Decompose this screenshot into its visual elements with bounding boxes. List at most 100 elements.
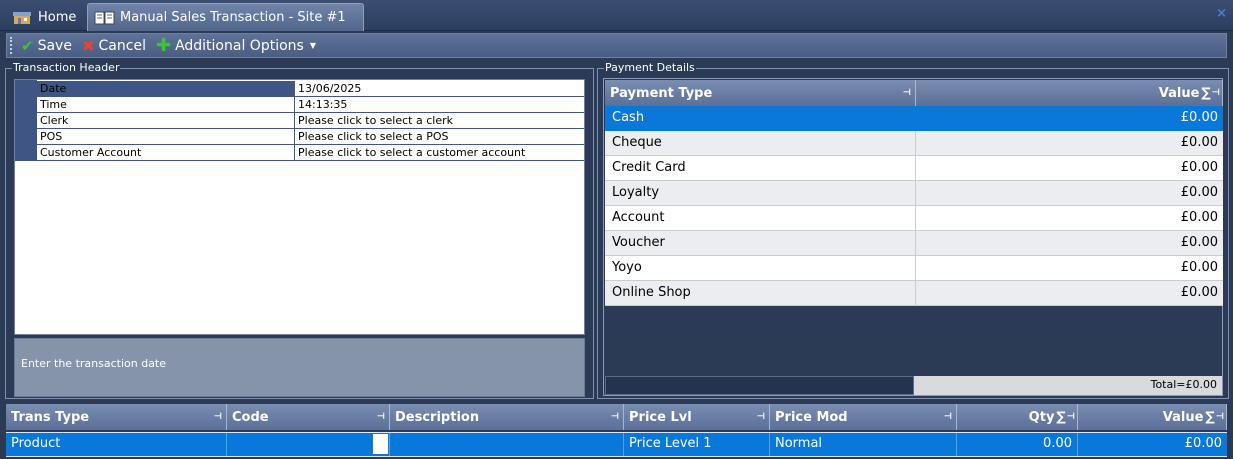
payment-type-cell: Yoyo bbox=[605, 256, 916, 281]
payment-type-cell: Cash bbox=[605, 106, 916, 131]
pin-icon[interactable]: ⊣ bbox=[757, 412, 765, 422]
row-selector-gutter bbox=[15, 80, 37, 161]
code-header-label: Code bbox=[232, 409, 269, 425]
customer-account-field[interactable]: Please click to select a customer accoun… bbox=[295, 145, 584, 161]
value-cell[interactable]: £0.00 bbox=[1078, 433, 1227, 456]
payment-row-cheque[interactable]: Cheque £0.00 bbox=[605, 131, 1223, 156]
time-field[interactable]: 14:13:35 bbox=[295, 97, 584, 113]
plus-icon: ✚ bbox=[155, 35, 172, 56]
payment-row-online-shop[interactable]: Online Shop £0.00 bbox=[605, 281, 1223, 306]
pin-icon[interactable]: ⊣ bbox=[903, 88, 911, 98]
tab-strip: Home Manual Sales Transaction - Site #1 … bbox=[0, 0, 1233, 31]
price-mod-column-header[interactable]: Price Mod ⊣ bbox=[770, 404, 957, 430]
price-mod-cell[interactable]: Normal bbox=[770, 433, 957, 456]
payment-value-cell[interactable]: £0.00 bbox=[916, 131, 1223, 156]
toolbar-grip[interactable] bbox=[10, 37, 15, 54]
value-column-header[interactable]: Value ∑ ⊣ bbox=[1078, 404, 1227, 430]
payment-type-cell: Cheque bbox=[605, 131, 916, 156]
payment-footer-left bbox=[605, 376, 914, 395]
payment-value-cell[interactable]: £0.00 bbox=[916, 231, 1223, 256]
check-icon: ✔ bbox=[21, 36, 34, 55]
pin-icon[interactable]: ⊣ bbox=[611, 412, 619, 422]
payment-row-credit-card[interactable]: Credit Card £0.00 bbox=[605, 156, 1223, 181]
description-header-label: Description bbox=[395, 409, 480, 425]
code-edit-box[interactable] bbox=[373, 434, 388, 454]
transaction-header-grid: Date 13/06/2025 Time 14:13:35 Clerk Plea… bbox=[14, 79, 585, 335]
payment-total: Total=£0.00 bbox=[914, 376, 1222, 395]
transaction-lines-grid: Trans Type ⊣ Code ⊣ Description ⊣ Price … bbox=[4, 404, 1229, 459]
payment-row-yoyo[interactable]: Yoyo £0.00 bbox=[605, 256, 1223, 281]
payment-row-voucher[interactable]: Voucher £0.00 bbox=[605, 231, 1223, 256]
payment-grid: Payment Type ⊣ Value ∑ ⊣ Cash £0.00 Cheq… bbox=[603, 78, 1223, 396]
close-tab-icon[interactable]: × bbox=[1216, 6, 1227, 21]
clerk-field[interactable]: Please click to select a clerk bbox=[295, 113, 584, 129]
save-button[interactable]: ✔ Save bbox=[21, 37, 72, 55]
payment-value-cell[interactable]: £0.00 bbox=[916, 156, 1223, 181]
book-icon bbox=[94, 10, 115, 26]
cancel-button[interactable]: ✖ Cancel bbox=[82, 37, 146, 55]
payment-value-cell[interactable]: £0.00 bbox=[916, 256, 1223, 281]
sigma-icon[interactable]: ∑ bbox=[1056, 410, 1065, 425]
code-cell[interactable] bbox=[227, 433, 390, 456]
payment-type-header-label: Payment Type bbox=[610, 85, 713, 101]
header-row-label: POS bbox=[37, 129, 295, 145]
toolbar: ✔ Save ✖ Cancel ✚ Additional Options ▼ bbox=[6, 33, 1227, 58]
chevron-down-icon: ▼ bbox=[309, 41, 316, 50]
pin-icon[interactable]: ⊣ bbox=[944, 412, 952, 422]
cancel-icon: ✖ bbox=[81, 36, 95, 55]
payment-value-cell[interactable]: £0.00 bbox=[916, 181, 1223, 206]
sigma-icon[interactable]: ∑ bbox=[1201, 86, 1210, 101]
date-field[interactable]: 13/06/2025 bbox=[295, 81, 584, 97]
tab-home[interactable]: Home bbox=[8, 3, 82, 31]
header-row-customer-account[interactable]: Customer Account Please click to select … bbox=[37, 145, 584, 161]
payment-type-cell: Account bbox=[605, 206, 916, 231]
transaction-line-row[interactable]: Product Price Level 1 Normal 0.00 £0.00 bbox=[6, 432, 1227, 457]
payment-row-account[interactable]: Account £0.00 bbox=[605, 206, 1223, 231]
qty-column-header[interactable]: Qty ∑ ⊣ bbox=[957, 404, 1078, 430]
tab-home-label: Home bbox=[38, 9, 77, 25]
qty-header-label: Qty bbox=[1028, 409, 1055, 425]
payment-type-cell: Loyalty bbox=[605, 181, 916, 206]
price-mod-header-label: Price Mod bbox=[775, 409, 848, 425]
code-column-header[interactable]: Code ⊣ bbox=[227, 404, 390, 430]
tab-manual-label: Manual Sales Transaction - Site #1 bbox=[120, 10, 346, 25]
trans-type-column-header[interactable]: Trans Type ⊣ bbox=[6, 404, 227, 430]
description-column-header[interactable]: Description ⊣ bbox=[390, 404, 624, 430]
pin-icon[interactable]: ⊣ bbox=[377, 412, 385, 422]
header-row-date[interactable]: Date 13/06/2025 bbox=[37, 81, 584, 97]
header-row-label: Clerk bbox=[37, 113, 295, 129]
price-lvl-column-header[interactable]: Price Lvl ⊣ bbox=[624, 404, 770, 430]
value-header-label: Value bbox=[1158, 85, 1200, 101]
pin-icon[interactable]: ⊣ bbox=[214, 412, 222, 422]
header-row-label: Date bbox=[37, 81, 295, 97]
header-row-clerk[interactable]: Clerk Please click to select a clerk bbox=[37, 113, 584, 129]
additional-options-button[interactable]: ✚ Additional Options ▼ bbox=[156, 35, 316, 56]
pin-icon[interactable]: ⊣ bbox=[1212, 88, 1220, 98]
description-cell[interactable] bbox=[390, 433, 624, 456]
save-label: Save bbox=[37, 37, 72, 54]
payment-value-cell[interactable]: £0.00 bbox=[916, 206, 1223, 231]
home-icon bbox=[12, 9, 32, 25]
value-column-header[interactable]: Value ∑ ⊣ bbox=[916, 80, 1223, 106]
pos-field[interactable]: Please click to select a POS bbox=[295, 129, 584, 145]
payment-row-loyalty[interactable]: Loyalty £0.00 bbox=[605, 181, 1223, 206]
header-row-pos[interactable]: POS Please click to select a POS bbox=[37, 129, 584, 145]
payment-type-cell: Credit Card bbox=[605, 156, 916, 181]
price-lvl-cell[interactable]: Price Level 1 bbox=[624, 433, 770, 456]
payment-value-cell[interactable]: £0.00 bbox=[916, 281, 1223, 306]
payment-details-title: Payment Details bbox=[604, 61, 696, 75]
transaction-header-title: Transaction Header bbox=[12, 61, 121, 75]
payment-type-column-header[interactable]: Payment Type ⊣ bbox=[605, 80, 916, 106]
payment-value-cell[interactable]: £0.00 bbox=[916, 106, 1223, 131]
trans-type-cell[interactable]: Product bbox=[6, 433, 227, 456]
header-row-label: Time bbox=[37, 97, 295, 113]
payment-row-cash[interactable]: Cash £0.00 bbox=[605, 106, 1223, 131]
payment-type-cell: Online Shop bbox=[605, 281, 916, 306]
qty-cell[interactable]: 0.00 bbox=[957, 433, 1078, 456]
pin-icon[interactable]: ⊣ bbox=[1216, 412, 1224, 422]
tab-manual-sales-transaction[interactable]: Manual Sales Transaction - Site #1 bbox=[87, 3, 364, 31]
sigma-icon[interactable]: ∑ bbox=[1205, 410, 1214, 425]
header-row-time[interactable]: Time 14:13:35 bbox=[37, 97, 584, 113]
header-row-label: Customer Account bbox=[37, 145, 295, 161]
pin-icon[interactable]: ⊣ bbox=[1067, 412, 1075, 422]
